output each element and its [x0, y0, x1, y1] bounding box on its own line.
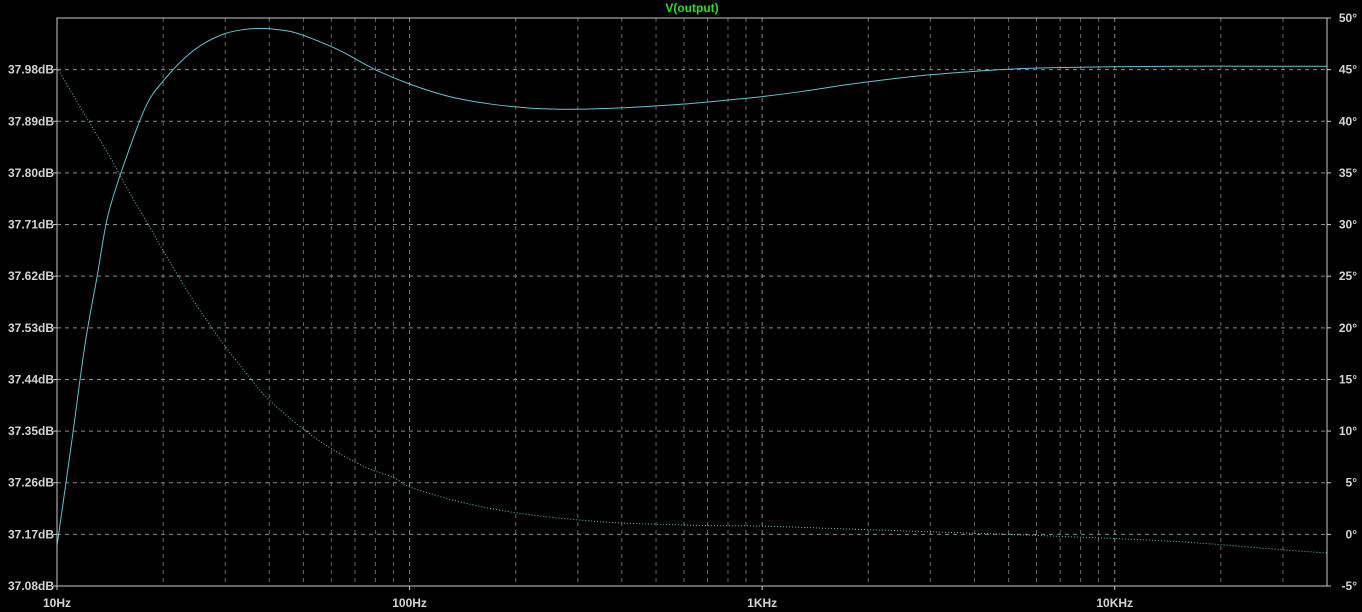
plot-background: [0, 0, 1362, 612]
right-tick-label: 15°: [1339, 372, 1357, 386]
left-tick-label: 37.08dB: [8, 579, 54, 593]
left-tick-label: 37.17dB: [8, 527, 54, 541]
left-tick-label: 37.98dB: [8, 63, 54, 77]
x-tick-label: 1KHz: [747, 596, 777, 610]
chart-title: V(output): [665, 1, 718, 15]
bode-plot: V(output) 37.08dB 37.17dB 37.26dB 37.35dB 37…: [0, 0, 1362, 612]
left-tick-label: 37.62dB: [8, 269, 54, 283]
left-tick-label: 37.80dB: [8, 166, 54, 180]
right-tick-label: 45°: [1339, 63, 1357, 77]
right-tick-label: 5°: [1346, 476, 1358, 490]
x-tick-label: 10Hz: [43, 596, 71, 610]
right-tick-label: 40°: [1339, 114, 1357, 128]
left-tick-label: 37.89dB: [8, 114, 54, 128]
right-tick-label: 30°: [1339, 218, 1357, 232]
right-tick-label: 35°: [1339, 166, 1357, 180]
right-tick-label: 50°: [1339, 11, 1357, 25]
left-tick-label: 37.35dB: [8, 424, 54, 438]
left-tick-label: 37.26dB: [8, 476, 54, 490]
right-tick-label: 25°: [1339, 269, 1357, 283]
x-tick-label: 100Hz: [392, 596, 427, 610]
left-tick-label: 37.53dB: [8, 321, 54, 335]
right-tick-label: 0°: [1346, 527, 1358, 541]
right-tick-label: 20°: [1339, 321, 1357, 335]
left-tick-label: 37.44dB: [8, 372, 54, 386]
right-tick-label: 10°: [1339, 424, 1357, 438]
x-tick-label: 10KHz: [1096, 596, 1133, 610]
right-tick-label: -5°: [1342, 579, 1358, 593]
left-tick-label: 37.71dB: [8, 218, 54, 232]
